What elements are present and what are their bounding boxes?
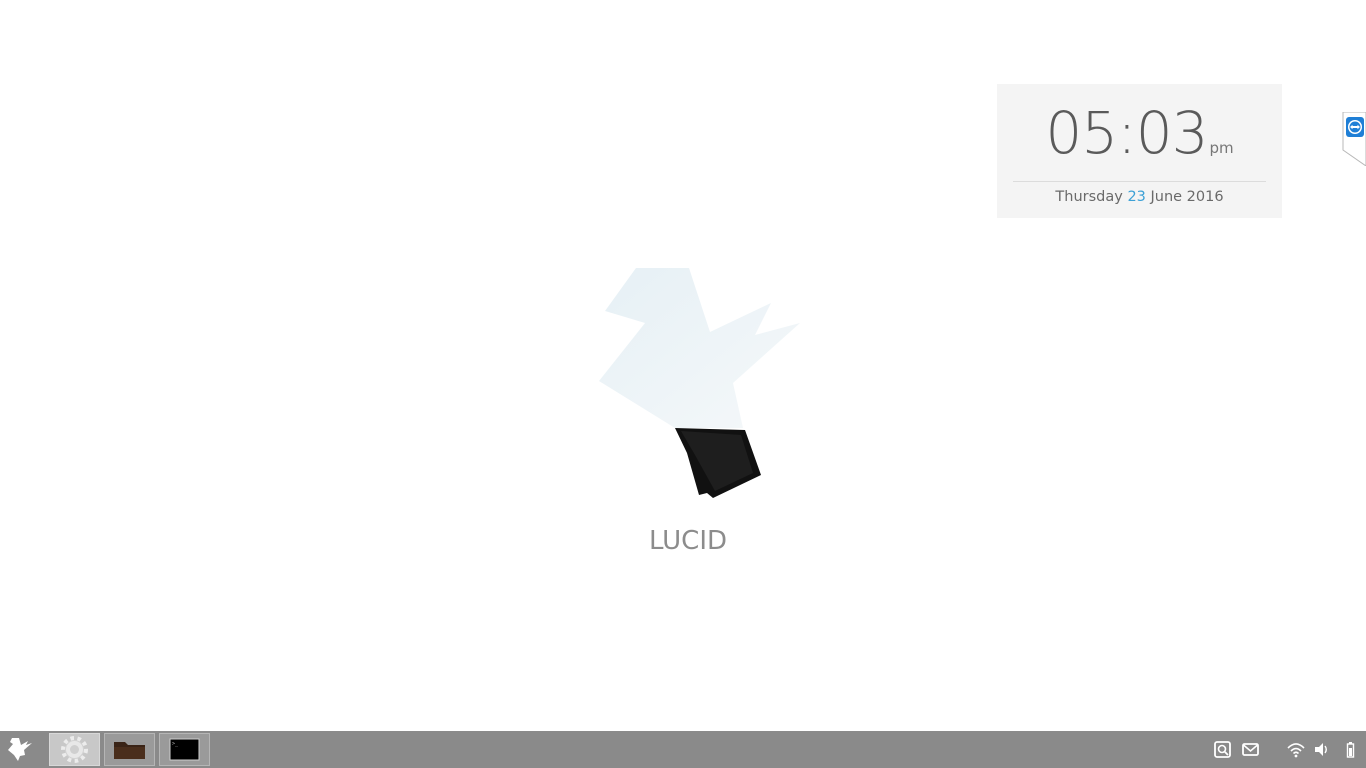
teamviewer-icon [1342,111,1366,167]
clock-time-row: 05:03 pm [997,98,1282,168]
screenshot-icon [1214,741,1231,758]
wifi-icon [1287,743,1305,758]
lucid-logo [595,265,805,505]
clock-time: 05:03 [1045,99,1208,167]
taskbar: >_ [0,731,1366,768]
clock-widget: 05:03 pm Thursday 23 June 2016 [997,84,1282,218]
terminal-icon: >_ [169,738,200,761]
clock-ampm: pm [1209,139,1234,157]
tray-screenshot[interactable] [1212,739,1234,761]
start-menu-button[interactable] [2,733,38,766]
lucid-bird-logo-icon [599,268,800,498]
task-terminal[interactable]: >_ [159,733,210,766]
logo-label: LUCID [648,526,728,556]
volume-icon [1315,743,1327,756]
clock-date: Thursday 23 June 2016 [997,189,1282,205]
lucid-bird-icon [8,738,32,761]
tray-wifi[interactable] [1286,739,1308,761]
desktop[interactable]: 05:03 pm Thursday 23 June 2016 LUCID [0,0,1366,731]
battery-icon [1346,742,1355,758]
clock-month-year: June 2016 [1150,189,1224,205]
svg-text:>_: >_ [172,741,179,747]
teamviewer-tab[interactable] [1341,111,1366,167]
tray-volume[interactable] [1312,739,1334,761]
clock-weekday: Thursday [1055,189,1123,205]
task-file-manager[interactable] [104,733,155,766]
settings-gear-icon [61,736,88,763]
mail-icon [1242,743,1259,756]
task-settings[interactable] [49,733,100,766]
tray-mail[interactable] [1240,739,1262,761]
clock-day: 23 [1127,189,1146,205]
folder-icon [114,742,145,759]
clock-divider [1013,181,1266,182]
tray-battery[interactable] [1342,739,1364,761]
